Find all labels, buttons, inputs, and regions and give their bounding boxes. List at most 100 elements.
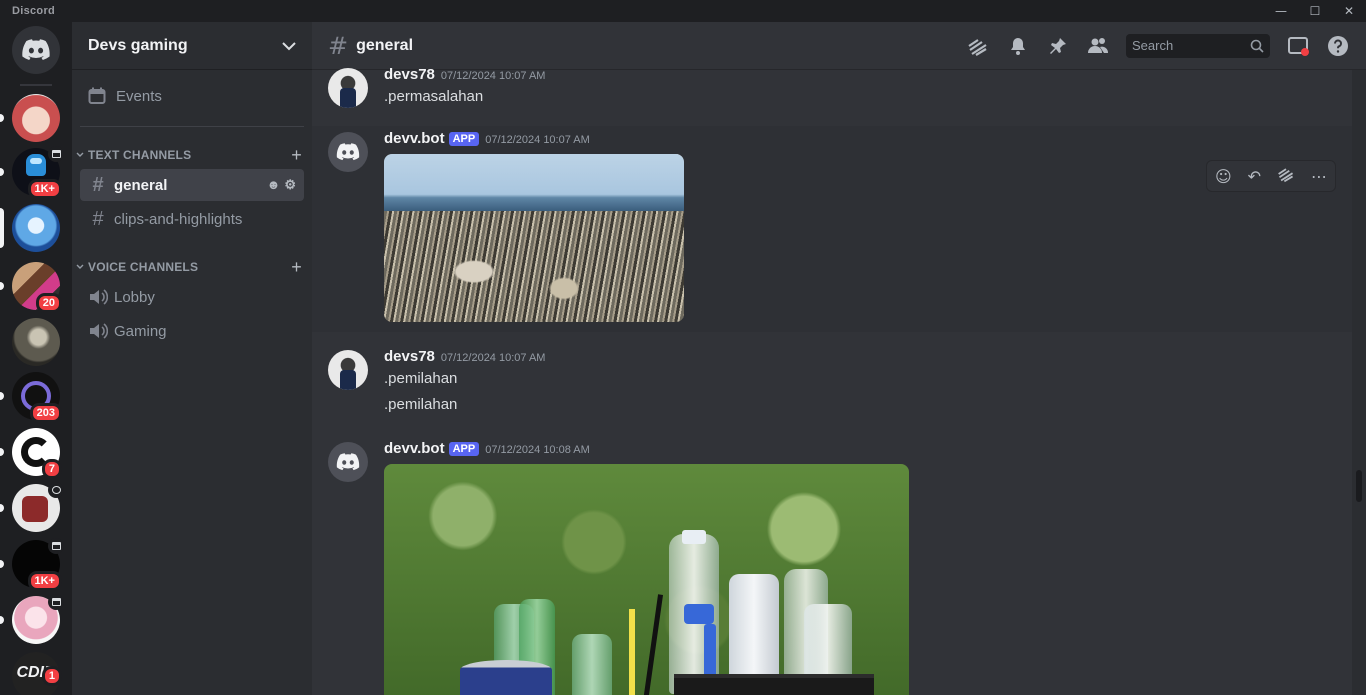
channel-clips-and-highlights[interactable]: # clips-and-highlights: [80, 203, 304, 235]
message-item[interactable]: devs78 07/12/2024 10:07 AM .pemilahan .p…: [312, 346, 1352, 420]
guild-header[interactable]: Devs gaming: [72, 22, 312, 70]
server-icon[interactable]: 1K+: [0, 146, 64, 199]
window-controls: — ☐ ✕: [1264, 0, 1366, 22]
reply-icon[interactable]: ↶: [1248, 167, 1261, 186]
create-thread-icon[interactable]: [1277, 165, 1295, 187]
message-text: .permasalahan: [384, 88, 484, 105]
server-icon[interactable]: 20: [0, 262, 62, 313]
voice-channel-lobby[interactable]: Lobby: [80, 281, 304, 313]
message-item[interactable]: devs78 07/12/2024 10:07 AM .permasalahan: [312, 64, 1352, 112]
mention-badge: 7: [41, 459, 62, 479]
add-reaction-icon[interactable]: ☺: [1215, 167, 1232, 186]
pin-icon[interactable]: [1046, 34, 1070, 58]
scrollbar[interactable]: [1352, 70, 1366, 695]
chevron-down-icon: [76, 264, 84, 269]
scrollbar-thumb[interactable]: [1356, 470, 1362, 502]
search-placeholder: Search: [1132, 38, 1174, 53]
server-icon[interactable]: [12, 318, 60, 366]
text-channel-icon: #: [92, 173, 104, 196]
channel-label: general: [114, 176, 168, 194]
server-icon[interactable]: 7: [0, 428, 62, 479]
server-icon[interactable]: [0, 482, 64, 532]
voice-channel-gaming[interactable]: Gaming: [80, 315, 304, 347]
discord-logo-icon: [336, 453, 360, 471]
minimize-button[interactable]: —: [1264, 0, 1298, 22]
search-icon: [1250, 39, 1264, 53]
unread-pill: [0, 282, 4, 290]
mention-badge: 203: [29, 403, 62, 423]
image-attachment[interactable]: [384, 464, 909, 695]
message-actions-toolbar: ☺ ↶ ⋯: [1206, 160, 1336, 192]
channel-label: clips-and-highlights: [114, 210, 243, 228]
message-timestamp: 07/12/2024 10:07 AM: [440, 70, 546, 82]
message-author[interactable]: devv.bot: [384, 130, 445, 147]
unread-pill: [0, 616, 4, 624]
bot-avatar[interactable]: [328, 442, 368, 482]
search-input[interactable]: Search: [1126, 33, 1270, 58]
user-avatar[interactable]: [328, 68, 368, 108]
message-list: devs78 07/12/2024 10:07 AM .permasalahan…: [312, 66, 1352, 695]
server-icon[interactable]: [0, 204, 60, 252]
server-icon[interactable]: 203: [0, 372, 62, 423]
image-attachment[interactable]: [384, 154, 684, 322]
maximize-button[interactable]: ☐: [1298, 0, 1332, 22]
unread-pill: [0, 448, 4, 456]
category-voice-channels[interactable]: VOICE CHANNELS +: [72, 255, 312, 279]
message-text: .pemilahan: [384, 396, 458, 413]
chevron-down-icon: [282, 41, 296, 50]
message-item[interactable]: devv.bot APP 07/12/2024 10:08 AM: [312, 436, 1352, 695]
close-button[interactable]: ✕: [1332, 0, 1366, 22]
mention-badge: 1K+: [27, 179, 62, 199]
server-icon[interactable]: [0, 94, 60, 142]
create-channel-icon[interactable]: +: [291, 145, 302, 166]
text-channel-icon: #: [92, 207, 104, 230]
bot-avatar[interactable]: [328, 132, 368, 172]
discord-home-button[interactable]: [12, 26, 60, 74]
discord-logo-icon: [336, 143, 360, 161]
events-link[interactable]: Events: [80, 78, 304, 114]
chat-area: # general Search devs78 07/12/2024 10:07…: [312, 22, 1366, 695]
message-item[interactable]: devv.bot APP 07/12/2024 10:07 AM: [312, 126, 1352, 332]
event-icon: [48, 538, 64, 554]
speaker-icon: [90, 289, 108, 305]
message-author[interactable]: devs78: [384, 348, 435, 365]
help-icon[interactable]: [1326, 34, 1350, 58]
chevron-down-icon: [76, 152, 84, 157]
gear-icon[interactable]: ⚙: [284, 177, 296, 193]
invite-icon[interactable]: ☻: [267, 177, 281, 193]
channel-label: Gaming: [114, 322, 167, 340]
create-channel-icon[interactable]: +: [291, 257, 302, 278]
guild-name: Devs gaming: [88, 36, 188, 54]
server-icon[interactable]: CDID 1: [12, 652, 62, 695]
message-author[interactable]: devv.bot: [384, 440, 445, 457]
text-channel-icon: #: [328, 31, 349, 60]
mention-badge: 1: [41, 666, 62, 686]
server-icon[interactable]: 1K+: [0, 538, 64, 591]
event-icon: [48, 594, 64, 610]
category-text-channels[interactable]: TEXT CHANNELS +: [72, 143, 312, 167]
user-avatar[interactable]: [328, 350, 368, 390]
bell-icon[interactable]: [1006, 34, 1030, 58]
threads-icon[interactable]: [966, 34, 990, 58]
channel-title: general: [356, 36, 414, 54]
message-timestamp: 07/12/2024 10:08 AM: [485, 444, 590, 456]
unread-pill: [0, 392, 4, 400]
member-list-icon[interactable]: [1086, 34, 1110, 58]
discord-logo-icon: [22, 39, 50, 60]
channel-label: Lobby: [114, 288, 155, 306]
message-text: .pemilahan: [384, 370, 458, 387]
message-author[interactable]: devs78: [384, 66, 435, 83]
inbox-icon[interactable]: [1286, 34, 1310, 58]
message-timestamp: 07/12/2024 10:07 AM: [440, 352, 546, 364]
channel-sidebar: Devs gaming Events TEXT CHANNELS + # gen…: [72, 22, 312, 695]
category-label: TEXT CHANNELS: [88, 148, 192, 162]
app-tag: APP: [448, 442, 480, 456]
speaker-icon: [90, 323, 108, 339]
channel-header: # general Search: [312, 22, 1366, 70]
events-label: Events: [116, 87, 162, 105]
message-timestamp: 07/12/2024 10:07 AM: [485, 134, 590, 146]
calendar-icon: [88, 87, 106, 104]
server-icon[interactable]: [0, 594, 64, 644]
channel-general[interactable]: # general ☻ ⚙: [80, 169, 304, 201]
more-options-icon[interactable]: ⋯: [1311, 167, 1327, 186]
